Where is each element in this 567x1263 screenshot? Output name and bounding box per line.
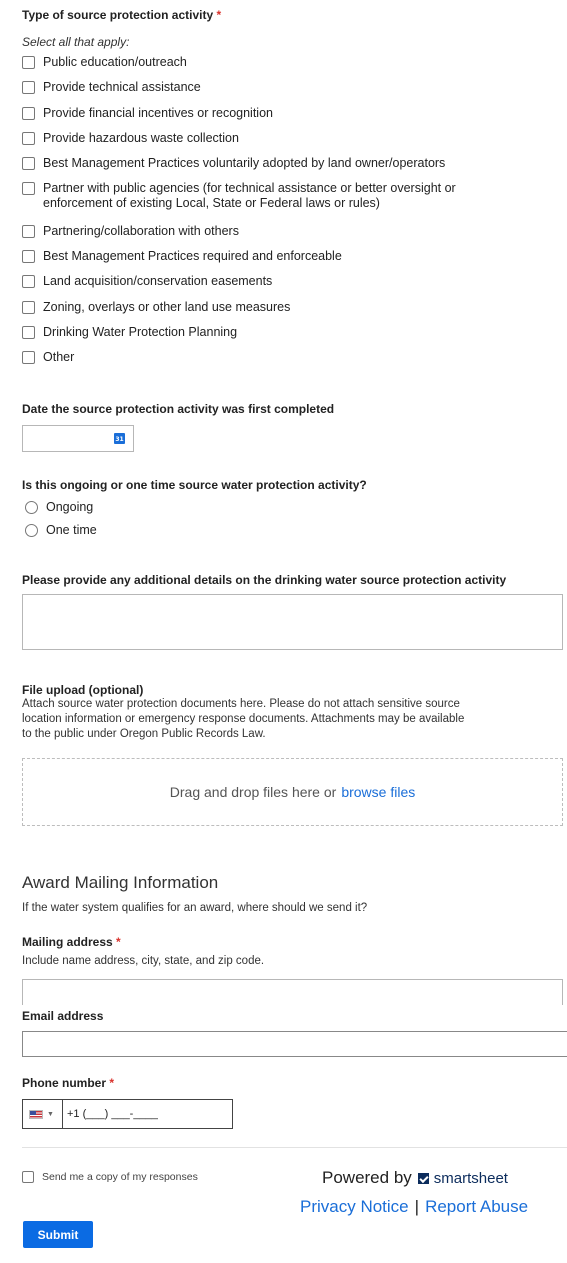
option-bmp-voluntary[interactable]: Best Management Practices voluntarily ad…	[22, 156, 445, 171]
details-textarea[interactable]	[22, 594, 563, 650]
option-hazardous-waste[interactable]: Provide hazardous waste collection	[22, 131, 239, 146]
required-mark: *	[216, 8, 222, 22]
upload-description: Attach source water protection documents…	[22, 697, 464, 742]
upload-description-line: to the public under Oregon Public Record…	[22, 728, 266, 740]
radio-label: One time	[46, 523, 97, 537]
radio-one-time[interactable]: One time	[25, 523, 97, 538]
award-section-subtitle: If the water system qualifies for an awa…	[22, 902, 368, 914]
option-other[interactable]: Other	[22, 350, 74, 365]
smartsheet-logo-icon	[417, 1172, 429, 1184]
option-label: Zoning, overlays or other land use measu…	[43, 300, 291, 314]
activity-label: Type of source protection activity *	[22, 8, 221, 22]
option-label: Best Management Practices required and e…	[43, 249, 342, 263]
required-mark: *	[116, 935, 121, 949]
chevron-down-icon: ▼	[47, 1110, 54, 1118]
mailing-address-input[interactable]	[22, 979, 563, 1005]
checkbox[interactable]	[22, 225, 35, 238]
footer-links: Privacy Notice | Report Abuse	[300, 1197, 528, 1217]
option-label: Partner with public agencies (for techni…	[43, 181, 456, 195]
mailing-label: Mailing address *	[22, 935, 121, 949]
checkbox[interactable]	[22, 56, 35, 69]
upload-label: File upload (optional)	[22, 683, 144, 697]
option-label: Provide technical assistance	[43, 80, 201, 94]
option-label: Land acquisition/conservation easements	[43, 274, 273, 288]
checkbox[interactable]	[22, 107, 35, 120]
option-label: Partnering/collaboration with others	[43, 224, 239, 238]
option-dwp-planning[interactable]: Drinking Water Protection Planning	[22, 325, 237, 340]
details-label: Please provide any additional details on…	[22, 573, 507, 587]
option-partner-agencies[interactable]: Partner with public agencies (for techni…	[22, 181, 456, 211]
checkbox[interactable]	[22, 275, 35, 288]
option-label: Other	[43, 350, 75, 364]
activity-hint: Select all that apply:	[22, 35, 130, 49]
date-label: Date the source protection activity was …	[22, 402, 335, 416]
checkbox[interactable]	[22, 1171, 34, 1183]
checkbox[interactable]	[22, 301, 35, 314]
option-land-acquisition[interactable]: Land acquisition/conservation easements	[22, 274, 272, 289]
option-label: Provide hazardous waste collection	[43, 131, 239, 145]
brand-name: smartsheet	[433, 1169, 508, 1187]
phone-value[interactable]: +1 (___) ___-____	[67, 1108, 158, 1120]
us-flag-icon	[29, 1109, 43, 1119]
option-financial-incentives[interactable]: Provide financial incentives or recognit…	[22, 106, 273, 121]
upload-description-line: location information or emergency respon…	[22, 713, 465, 725]
radio-ongoing[interactable]: Ongoing	[25, 500, 93, 515]
checkbox[interactable]	[22, 326, 35, 339]
activity-label-text: Type of source protection activity	[22, 8, 214, 22]
send-copy-label: Send me a copy of my responses	[42, 1171, 198, 1183]
radio-button[interactable]	[25, 524, 38, 537]
email-label: Email address	[22, 1009, 104, 1023]
dropzone-text: Drag and drop files here or	[169, 784, 337, 800]
radio-label: Ongoing	[46, 500, 94, 514]
required-mark: *	[109, 1076, 115, 1090]
option-label-continued: enforcement of existing Local, State or …	[43, 196, 380, 210]
option-label: Public education/outreach	[43, 55, 187, 69]
checkbox[interactable]	[22, 132, 35, 145]
option-zoning[interactable]: Zoning, overlays or other land use measu…	[22, 300, 290, 315]
email-input[interactable]	[22, 1031, 567, 1057]
checkbox[interactable]	[22, 81, 35, 94]
mailing-hint: Include name address, city, state, and z…	[22, 955, 265, 967]
checkbox[interactable]	[22, 351, 35, 364]
browse-files-link[interactable]: browse files	[341, 784, 415, 800]
award-section-title: Award Mailing Information	[22, 873, 219, 892]
phone-input[interactable]: ▼ +1 (___) ___-____	[22, 1099, 233, 1129]
option-label: Provide financial incentives or recognit…	[43, 106, 273, 120]
privacy-notice-link[interactable]: Privacy Notice	[300, 1197, 409, 1216]
radio-button[interactable]	[25, 501, 38, 514]
option-label: Drinking Water Protection Planning	[43, 325, 238, 339]
divider	[22, 1147, 567, 1148]
powered-by: Powered by smartsheet	[322, 1168, 508, 1188]
date-input[interactable]: 31	[22, 425, 134, 452]
checkbox[interactable]	[22, 182, 35, 195]
phone-label-text: Phone number	[22, 1076, 107, 1090]
option-bmp-required[interactable]: Best Management Practices required and e…	[22, 249, 342, 264]
powered-by-text: Powered by	[322, 1168, 412, 1187]
upload-description-line: Attach source water protection documents…	[22, 698, 460, 710]
ongoing-label: Is this ongoing or one time source water…	[22, 478, 367, 492]
checkbox[interactable]	[22, 157, 35, 170]
link-separator: |	[414, 1197, 420, 1216]
option-label: Best Management Practices voluntarily ad…	[43, 156, 446, 170]
calendar-icon[interactable]: 31	[114, 433, 125, 444]
send-copy-option[interactable]: Send me a copy of my responses	[22, 1170, 198, 1185]
report-abuse-link[interactable]: Report Abuse	[425, 1197, 528, 1216]
phone-label: Phone number *	[22, 1076, 114, 1090]
country-selector[interactable]: ▼	[23, 1100, 63, 1128]
file-dropzone[interactable]: Drag and drop files here or browse files	[22, 758, 563, 826]
mailing-label-text: Mailing address	[22, 935, 113, 949]
submit-button[interactable]: Submit	[23, 1221, 93, 1248]
option-technical-assistance[interactable]: Provide technical assistance	[22, 80, 201, 95]
checkbox[interactable]	[22, 250, 35, 263]
option-public-education[interactable]: Public education/outreach	[22, 55, 187, 70]
option-partnering[interactable]: Partnering/collaboration with others	[22, 224, 239, 239]
